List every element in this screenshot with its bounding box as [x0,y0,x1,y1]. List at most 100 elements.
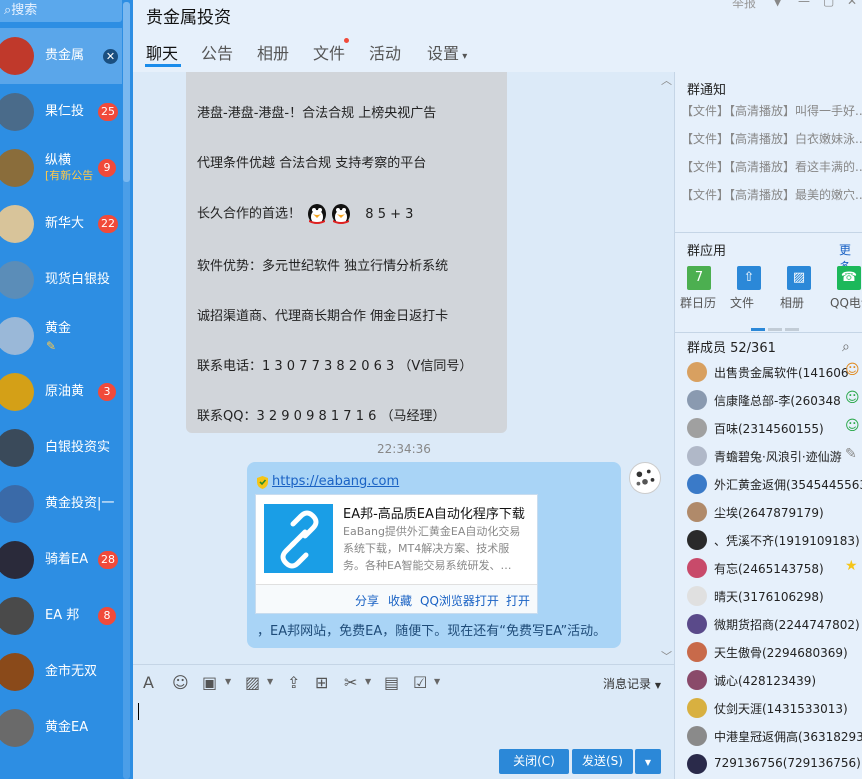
member-row[interactable]: 外汇黄金返佣(3545445563) [687,470,862,498]
conversation-item[interactable]: 金市无双 [0,644,122,700]
member-row[interactable]: 天生傲骨(2294680369) [687,638,862,666]
security-shield-icon [257,476,268,489]
member-row[interactable]: 微期货招商(2244747802) [687,610,862,638]
conversation-item[interactable]: 果仁投 25 [0,84,122,140]
member-row[interactable]: 百味(2314560155) ☺ [687,414,862,442]
message-line: 长久合作的首选！ 8 5 + 3 [197,202,413,226]
send-options-button[interactable]: ▼ [635,749,661,774]
member-row[interactable]: 有忘(2465143758) ★ [687,554,862,582]
member-row[interactable]: 信康隆总部-李(260348 ☺ [687,386,862,414]
search-members-icon[interactable]: ⌕ [842,339,850,355]
member-name: 微期货招商(2244747802) [714,618,860,632]
avatar [0,653,34,691]
conversation-item[interactable]: 纵横 9 [有新公告 [0,140,122,196]
member-row[interactable]: 、凭溪不齐(1919109183) [687,526,862,554]
report-link[interactable]: 举报 [732,0,756,11]
open-in-browser-link[interactable]: QQ浏览器打开 [420,592,499,609]
conversation-item[interactable]: 贵金属 ✕ [0,28,122,84]
notice-item[interactable]: 【文件】【高清播放】叫得一手好... [681,102,862,119]
app-icon-1[interactable]: ⇧ [737,266,761,290]
group-title: 贵金属投资 [146,8,231,28]
upload-file-icon[interactable]: ⇪ [287,673,300,692]
tab-5[interactable]: 设置 ▾ [427,40,467,64]
avatar[interactable] [629,462,661,494]
member-row[interactable]: 青蟾碧兔·风浪引·迹仙游 ✎ [687,442,862,470]
member-name: 信康隆总部-李(260348 [714,394,841,408]
divider [675,232,862,233]
conversation-item[interactable]: 黄金EA [0,700,122,756]
tab-4[interactable]: 活动 [369,40,401,64]
avatar [687,362,707,382]
message-link[interactable]: https://eabang.com [272,474,399,489]
notice-item[interactable]: 【文件】【高清播放】最美的嫩穴... [681,186,862,203]
font-icon[interactable]: A [143,673,154,692]
close-window-icon[interactable]: ✕ [847,0,857,8]
notice-item[interactable]: 【文件】【高清播放】看这丰满的... [681,158,862,175]
tab-3[interactable]: 文件 [313,40,345,64]
conversation-item[interactable]: 骑着EA 28 [0,532,122,588]
message-input[interactable]: 关闭(C) 发送(S) ▼ [133,702,674,779]
app-icon-3[interactable]: ☎ [837,266,861,290]
member-row[interactable]: 出售贵金属软件(141606 ☺ [687,358,862,386]
favorite-link[interactable]: 收藏 [388,592,412,609]
scrollbar-thumb[interactable] [123,2,130,182]
gift-icon[interactable]: ⊞ [315,673,328,692]
share-link[interactable]: 分享 [355,592,379,609]
app-icon-0[interactable]: 7 [687,266,711,290]
close-conversation-icon[interactable]: ✕ [103,49,118,64]
member-row[interactable]: 尘埃(2647879179) [687,498,862,526]
poll-icon[interactable]: ☑ [413,673,427,692]
member-row[interactable]: 诚心(428123439) [687,666,862,694]
dropdown-icon[interactable]: ▼ [773,0,782,8]
tab-0[interactable]: 聊天 [146,40,178,64]
search-input[interactable]: ⌕搜索 [0,0,122,22]
message-timestamp: 22:34:36 [377,442,431,456]
tab-2[interactable]: 相册 [257,40,289,64]
conversation-item[interactable]: 新华大 22 [0,196,122,252]
conversation-item[interactable]: 黄金投资|一 [0,476,122,532]
chat-header: 贵金属投资 举报 ▼ — ▢ ✕ 聊天 公告 相册 文件 活动 设置 ▾ [133,0,862,72]
conversation-name: 新华大 [45,216,85,231]
app-icon-2[interactable]: ▨ [787,266,811,290]
member-row[interactable]: 仗剑天涯(1431533013) [687,694,862,722]
avatar [0,261,34,299]
chevron-down-icon[interactable]: ▼ [434,677,440,686]
scroll-up-icon[interactable]: ︿ [661,72,672,88]
image-icon[interactable]: ▨ [245,673,260,692]
notice-item[interactable]: 【文件】【高清播放】白衣嫩妹泳... [681,130,862,147]
conversation-name: 果仁投 [45,104,85,119]
send-button[interactable]: 发送(S) [572,749,633,774]
emoji-icon[interactable]: ☺ [172,673,189,692]
avatar [0,205,34,243]
minimize-icon[interactable]: — [798,0,810,8]
conversation-item[interactable]: EA 邦 8 [0,588,122,644]
avatar [687,558,707,578]
chevron-down-icon[interactable]: ▼ [225,677,231,686]
clipboard-icon[interactable]: ▤ [384,673,399,692]
link-preview-card[interactable]: EA邦-高品质EA自动化程序下载 EaBang提供外汇黄金EA自动化交易系统下载… [255,494,538,614]
tab-1[interactable]: 公告 [201,40,233,64]
maximize-icon[interactable]: ▢ [823,0,834,8]
chevron-down-icon[interactable]: ▼ [267,677,273,686]
conversation-name: 原油黄 [45,384,85,399]
conversation-item[interactable]: 现货白银投 [0,252,122,308]
conversation-item[interactable]: 黄金 ✎ [0,308,122,364]
sidebar-scrollbar[interactable] [123,2,130,779]
screenshot-scissors-icon[interactable]: ✂ [344,673,357,692]
member-row[interactable]: 中港皇冠返佣高(363182930) [687,722,862,750]
chevron-down-icon: ▼ [654,681,661,690]
member-row[interactable]: 晴天(3176106298) [687,582,862,610]
close-button[interactable]: 关闭(C) [499,749,569,774]
message-record-button[interactable]: 消息记录 ▼ [603,675,661,692]
member-name: 出售贵金属软件(141606 [714,366,849,380]
member-row[interactable]: 729136756(729136756) [687,750,862,778]
video-effect-icon[interactable]: ▣ [202,673,217,692]
avatar [687,670,707,690]
conversation-item[interactable]: 原油黄 3 [0,364,122,420]
scroll-down-icon[interactable]: ﹀ [661,648,672,664]
open-link[interactable]: 打开 [506,592,530,609]
message-text: ，EA邦网站，免费EA，随便下。现在还有“免费写EA”活动。 [257,624,607,639]
apps-title: 群应用 [687,244,727,259]
chevron-down-icon[interactable]: ▼ [365,677,371,686]
conversation-item[interactable]: 白银投资实 [0,420,122,476]
